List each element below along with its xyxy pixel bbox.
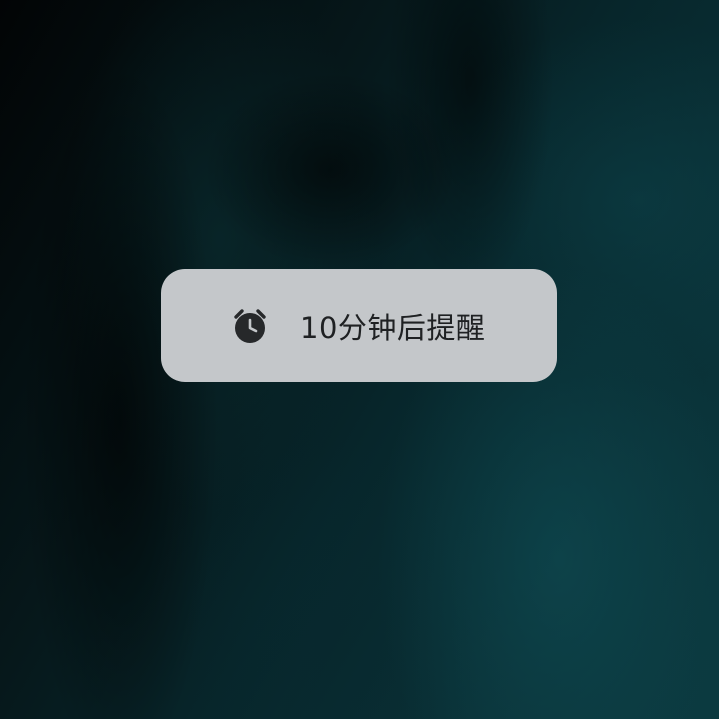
snooze-toast: 10分钟后提醒 — [161, 269, 557, 382]
toast-message: 10分钟后提醒 — [300, 310, 486, 345]
lock-screen-wallpaper: 10分钟后提醒 — [0, 0, 719, 719]
alarm-clock-icon — [230, 306, 270, 346]
